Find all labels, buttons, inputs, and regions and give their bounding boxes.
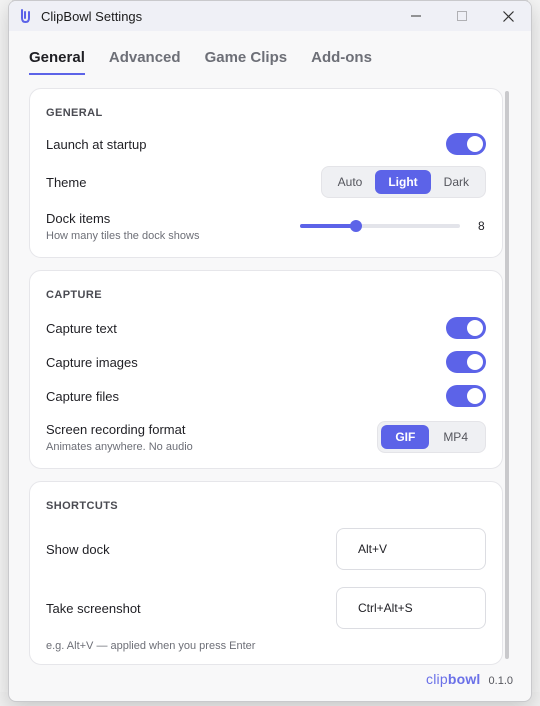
capture-text-row: Capture text: [46, 311, 486, 345]
format-sublabel: Animates anywhere. No audio: [46, 440, 193, 453]
content-scrollbar[interactable]: [505, 91, 509, 659]
show-dock-shortcut-input[interactable]: Alt+V: [336, 528, 486, 570]
shortcut-hint: e.g. Alt+V — applied when you press Ente…: [46, 640, 256, 652]
window-title: ClipBowl Settings: [41, 8, 143, 24]
footer: clipbowl 0.1.0: [426, 671, 513, 687]
minimize-button[interactable]: [393, 1, 439, 31]
capture-files-row: Capture files: [46, 379, 486, 413]
dock-slider-fill: [300, 224, 356, 228]
brand-prefix: clip: [426, 671, 448, 687]
capture-images-row: Capture images: [46, 345, 486, 379]
version-label: 0.1.0: [488, 675, 513, 687]
launch-label: Launch at startup: [46, 136, 147, 152]
tab-general[interactable]: General: [29, 49, 85, 75]
format-row: Screen recording format Animates anywher…: [46, 413, 486, 461]
section-title-general: GENERAL: [46, 107, 103, 119]
maximize-icon: [457, 11, 467, 21]
format-label: Screen recording format: [46, 421, 186, 437]
dock-slider[interactable]: [300, 220, 460, 232]
shortcuts-card: SHORTCUTS Show dock Alt+V Take screensho…: [29, 481, 503, 665]
capture-files-toggle[interactable]: [446, 385, 486, 407]
format-option-gif[interactable]: GIF: [381, 425, 430, 449]
screenshot-shortcut-input[interactable]: Ctrl+Alt+S: [336, 587, 486, 629]
dock-sublabel: How many tiles the dock shows: [46, 229, 200, 242]
theme-option-auto[interactable]: Auto: [325, 170, 376, 194]
screenshot-label: Take screenshot: [46, 600, 141, 616]
brand-logo: clipbowl: [426, 671, 481, 687]
settings-window: ClipBowl Settings General Advanced Game …: [8, 0, 532, 702]
section-title-capture: CAPTURE: [46, 289, 102, 301]
screenshot-row: Take screenshot Ctrl+Alt+S: [46, 580, 486, 636]
capture-text-toggle[interactable]: [446, 317, 486, 339]
theme-selector: Auto Light Dark: [320, 166, 486, 198]
format-selector: GIF MP4: [377, 421, 486, 453]
settings-content[interactable]: GENERAL Launch at startup Theme Auto Lig…: [29, 88, 503, 677]
close-icon: [502, 10, 514, 22]
launch-toggle[interactable]: [446, 133, 486, 155]
title-bar[interactable]: ClipBowl Settings: [9, 1, 531, 31]
capture-text-label: Capture text: [46, 320, 117, 336]
theme-option-light[interactable]: Light: [375, 170, 431, 194]
tab-game-clips[interactable]: Game Clips: [205, 49, 288, 75]
capture-card: CAPTURE Capture text Capture images Capt…: [29, 270, 503, 469]
show-dock-row: Show dock Alt+V: [46, 524, 486, 574]
dock-value: 8: [478, 219, 485, 233]
theme-row: Theme Auto Light Dark: [46, 159, 486, 205]
minimize-icon: [411, 15, 421, 17]
capture-files-label: Capture files: [46, 388, 119, 404]
theme-option-dark[interactable]: Dark: [431, 170, 482, 194]
dock-slider-group: 8: [300, 219, 486, 233]
general-card: GENERAL Launch at startup Theme Auto Lig…: [29, 88, 503, 258]
tab-add-ons[interactable]: Add-ons: [311, 49, 372, 75]
dock-row: Dock items How many tiles the dock shows…: [46, 205, 486, 247]
brand-suffix: bowl: [447, 671, 481, 687]
capture-images-toggle[interactable]: [446, 351, 486, 373]
close-button[interactable]: [485, 1, 531, 31]
tab-advanced[interactable]: Advanced: [109, 49, 181, 75]
maximize-button[interactable]: [439, 1, 485, 31]
show-dock-label: Show dock: [46, 541, 110, 557]
capture-images-label: Capture images: [46, 354, 138, 370]
dock-label: Dock items: [46, 210, 111, 226]
dock-slider-thumb[interactable]: [350, 220, 362, 232]
app-logo-icon: [19, 8, 33, 24]
format-option-mp4[interactable]: MP4: [429, 425, 482, 449]
section-title-shortcuts: SHORTCUTS: [46, 500, 119, 512]
launch-row: Launch at startup: [46, 129, 486, 159]
theme-label: Theme: [46, 174, 87, 190]
